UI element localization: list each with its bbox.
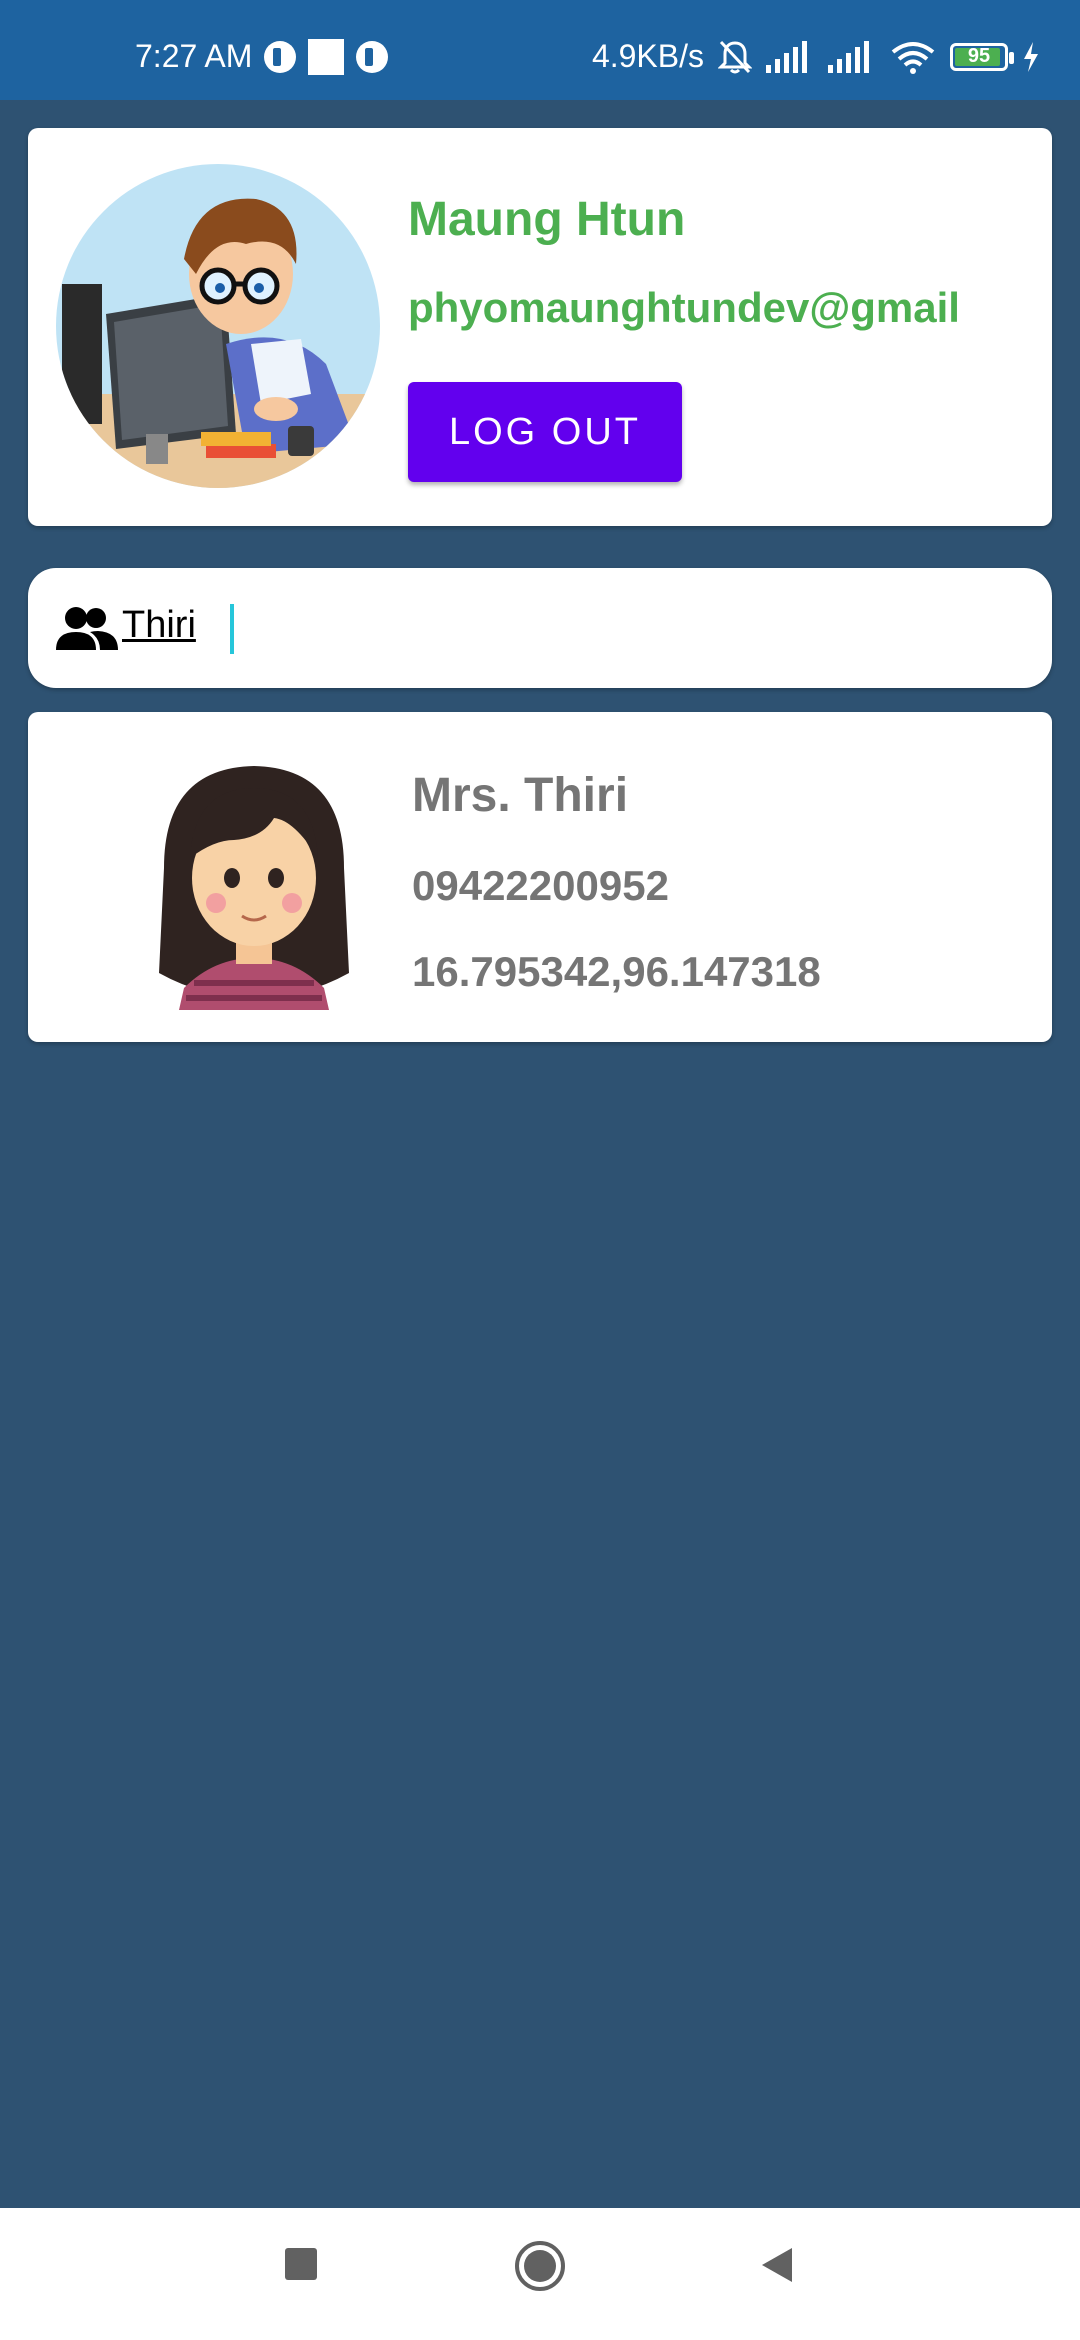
app-notification-icon [356,40,389,73]
profile-avatar [56,164,380,488]
search-input[interactable]: Thiri [122,604,196,647]
status-time: 7:27 AM [135,38,253,74]
app-notification-icon [264,40,297,73]
back-triangle-icon[interactable] [760,2246,794,2284]
signal-icon [766,40,807,73]
signal-icon [828,40,869,73]
contact-phone: 09422200952 [412,862,669,909]
contact-name: Mrs. Thiri [412,769,629,822]
people-icon [56,607,118,650]
profile-email: phyomaunghtundev@gmail [408,284,960,331]
search-input-value: Thiri [122,604,196,646]
status-bar: 7:27 AM 4.9KB/s 95 [0,0,1080,100]
contact-coordinates: 16.795342,96.147318 [412,948,821,995]
square-notification-icon [308,38,345,75]
battery-level: 95 [967,44,991,67]
profile-card: Maung Htun phyomaunghtundev@gmail LOG OU… [28,128,1052,526]
bell-off-icon [718,40,752,73]
logout-button[interactable]: LOG OUT [408,382,682,482]
profile-name: Maung Htun [408,193,686,246]
home-circle-icon[interactable] [514,2240,566,2292]
network-speed: 4.9KB/s [591,38,704,74]
battery-icon: 95 [950,42,1014,71]
wifi-icon [891,41,935,74]
text-caret [230,604,234,654]
navigation-bar [0,2208,1080,2340]
charging-icon [1024,41,1038,72]
contact-card[interactable]: Mrs. Thiri 09422200952 16.795342,96.1473… [28,712,1052,1042]
search-field[interactable]: Thiri [28,568,1052,688]
contact-avatar [124,748,384,1010]
recents-square-icon[interactable] [283,2246,319,2282]
